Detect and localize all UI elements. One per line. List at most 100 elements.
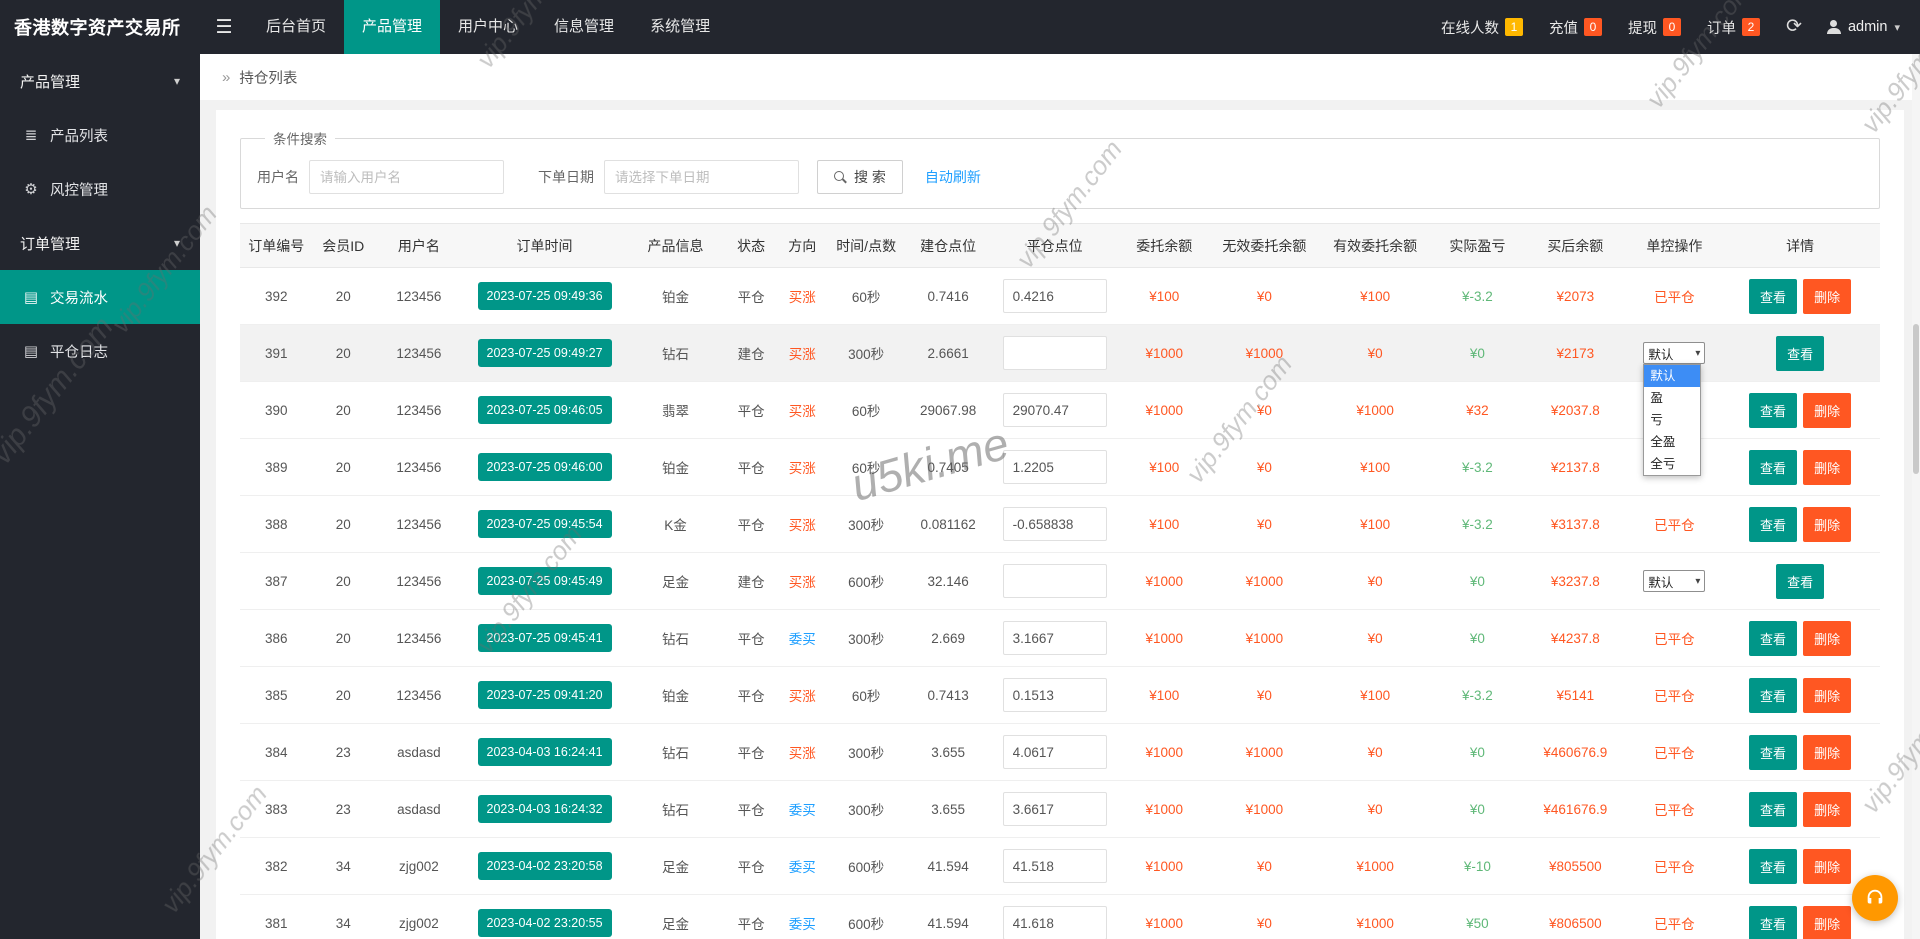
view-button[interactable]: 查看 bbox=[1749, 279, 1797, 314]
close-point-input[interactable] bbox=[1003, 393, 1107, 427]
support-float-button[interactable] bbox=[1852, 875, 1898, 921]
sidebar-item[interactable]: ≣产品列表 bbox=[0, 108, 200, 162]
order-date-label: 下单日期 bbox=[538, 167, 594, 187]
cell-order-id: 391 bbox=[240, 325, 312, 382]
sidebar-item[interactable]: ▤平仓日志 bbox=[0, 324, 200, 378]
view-button[interactable]: 查看 bbox=[1776, 564, 1824, 599]
cell-order-time: 2023-07-25 09:49:36 bbox=[464, 268, 626, 325]
scrollbar-thumb[interactable] bbox=[1913, 324, 1919, 474]
view-button[interactable]: 查看 bbox=[1749, 393, 1797, 428]
order-time-button[interactable]: 2023-04-02 23:20:55 bbox=[478, 909, 612, 937]
table-row: 38423asdasd2023-04-03 16:24:41钻石平仓买涨300秒… bbox=[240, 724, 1880, 781]
view-button[interactable]: 查看 bbox=[1749, 678, 1797, 713]
order-time-button[interactable]: 2023-07-25 09:46:00 bbox=[478, 453, 612, 481]
close-point-input[interactable] bbox=[1003, 450, 1107, 484]
table-row: 389201234562023-07-25 09:46:00铂金平仓买涨60秒0… bbox=[240, 439, 1880, 496]
dropdown-option[interactable]: 默认 bbox=[1644, 365, 1700, 387]
cell-valid-entrust: ¥0 bbox=[1318, 553, 1433, 610]
nav-item[interactable]: 后台首页 bbox=[248, 0, 344, 54]
close-point-input[interactable] bbox=[1003, 279, 1107, 313]
order-time-button[interactable]: 2023-07-25 09:49:27 bbox=[478, 339, 612, 367]
cell-valid-entrust: ¥1000 bbox=[1318, 382, 1433, 439]
order-time-button[interactable]: 2023-07-25 09:45:54 bbox=[478, 510, 612, 538]
cell-status: 平仓 bbox=[726, 724, 777, 781]
direction-label: 买涨 bbox=[789, 290, 816, 305]
sidebar-item[interactable]: ⚙风控管理 bbox=[0, 162, 200, 216]
after-balance-value: ¥2037.8 bbox=[1551, 403, 1600, 418]
cell-invalid-entrust: ¥0 bbox=[1211, 496, 1317, 553]
delete-button[interactable]: 删除 bbox=[1803, 507, 1851, 542]
close-point-input[interactable] bbox=[1003, 735, 1107, 769]
close-point-input[interactable] bbox=[1003, 621, 1107, 655]
nav-item[interactable]: 系统管理 bbox=[632, 0, 728, 54]
delete-button[interactable]: 删除 bbox=[1803, 279, 1851, 314]
dropdown-option[interactable]: 亏 bbox=[1644, 409, 1700, 431]
delete-button[interactable]: 删除 bbox=[1803, 735, 1851, 770]
nav-right-item[interactable]: 在线人数1 bbox=[1428, 17, 1536, 38]
view-button[interactable]: 查看 bbox=[1749, 735, 1797, 770]
dropdown-option[interactable]: 盈 bbox=[1644, 387, 1700, 409]
cell-entrust: ¥1000 bbox=[1117, 610, 1211, 667]
nav-item[interactable]: 信息管理 bbox=[536, 0, 632, 54]
cell-username: asdasd bbox=[374, 781, 463, 838]
close-point-input[interactable] bbox=[1003, 792, 1107, 826]
order-time-button[interactable]: 2023-07-25 09:46:05 bbox=[478, 396, 612, 424]
delete-button[interactable]: 删除 bbox=[1803, 678, 1851, 713]
order-time-button[interactable]: 2023-04-03 16:24:32 bbox=[478, 795, 612, 823]
nav-right-item[interactable]: 充值0 bbox=[1536, 17, 1615, 38]
cell-open-point: 41.594 bbox=[904, 838, 991, 895]
nav-right-item[interactable]: 提现0 bbox=[1615, 17, 1694, 38]
refresh-icon[interactable]: ⟳ bbox=[1773, 0, 1815, 54]
nav-item[interactable]: 产品管理 bbox=[344, 0, 440, 54]
username-input[interactable] bbox=[309, 160, 504, 194]
dropdown-option[interactable]: 全盈 bbox=[1644, 431, 1700, 453]
delete-button[interactable]: 删除 bbox=[1803, 621, 1851, 656]
view-button[interactable]: 查看 bbox=[1749, 450, 1797, 485]
view-button[interactable]: 查看 bbox=[1749, 507, 1797, 542]
sidebar-item[interactable]: ▤交易流水 bbox=[0, 270, 200, 324]
auto-refresh-link[interactable]: 自动刷新 bbox=[925, 167, 981, 187]
page-scrollbar[interactable] bbox=[1912, 54, 1920, 939]
view-button[interactable]: 查看 bbox=[1776, 336, 1824, 371]
view-button[interactable]: 查看 bbox=[1749, 906, 1797, 939]
order-date-input[interactable] bbox=[604, 160, 799, 194]
nav-right-items: 在线人数1充值0提现0订单2 bbox=[1428, 0, 1773, 54]
close-point-input[interactable] bbox=[1003, 336, 1107, 370]
control-select[interactable]: 默认▾ bbox=[1643, 570, 1705, 592]
cell-profit: ¥0 bbox=[1433, 610, 1522, 667]
cell-order-time: 2023-07-25 09:46:00 bbox=[464, 439, 626, 496]
delete-button[interactable]: 删除 bbox=[1803, 450, 1851, 485]
order-time-button[interactable]: 2023-07-25 09:45:49 bbox=[478, 567, 612, 595]
close-point-input[interactable] bbox=[1003, 507, 1107, 541]
cell-profit: ¥0 bbox=[1433, 325, 1522, 382]
view-button[interactable]: 查看 bbox=[1749, 849, 1797, 884]
search-button[interactable]: 搜 索 bbox=[817, 160, 903, 194]
close-point-input[interactable] bbox=[1003, 678, 1107, 712]
cell-after-balance: ¥805500 bbox=[1522, 838, 1628, 895]
delete-button[interactable]: 删除 bbox=[1803, 393, 1851, 428]
view-button[interactable]: 查看 bbox=[1749, 792, 1797, 827]
cell-status: 平仓 bbox=[726, 496, 777, 553]
close-point-input[interactable] bbox=[1003, 564, 1107, 598]
hamburger-icon[interactable]: ☰ bbox=[200, 0, 248, 54]
delete-button[interactable]: 删除 bbox=[1803, 906, 1851, 939]
order-time-button[interactable]: 2023-07-25 09:45:41 bbox=[478, 624, 612, 652]
nav-right-item[interactable]: 订单2 bbox=[1694, 17, 1773, 38]
sidebar-section-header[interactable]: 产品管理▾ bbox=[0, 54, 200, 108]
order-time-button[interactable]: 2023-04-02 23:20:58 bbox=[478, 852, 612, 880]
view-button[interactable]: 查看 bbox=[1749, 621, 1797, 656]
close-point-input[interactable] bbox=[1003, 849, 1107, 883]
order-time-button[interactable]: 2023-04-03 16:24:41 bbox=[478, 738, 612, 766]
admin-menu[interactable]: admin ▾ bbox=[1815, 0, 1920, 54]
dropdown-option[interactable]: 全亏 bbox=[1644, 453, 1700, 475]
control-select[interactable]: 默认▾ bbox=[1643, 342, 1705, 364]
order-time-button[interactable]: 2023-07-25 09:41:20 bbox=[478, 681, 612, 709]
sidebar-section-header[interactable]: 订单管理▾ bbox=[0, 216, 200, 270]
count-badge: 0 bbox=[1663, 18, 1681, 36]
nav-item[interactable]: 用户中心 bbox=[440, 0, 536, 54]
delete-button[interactable]: 删除 bbox=[1803, 849, 1851, 884]
cell-after-balance: ¥2173 bbox=[1522, 325, 1628, 382]
delete-button[interactable]: 删除 bbox=[1803, 792, 1851, 827]
order-time-button[interactable]: 2023-07-25 09:49:36 bbox=[478, 282, 612, 310]
close-point-input[interactable] bbox=[1003, 906, 1107, 939]
